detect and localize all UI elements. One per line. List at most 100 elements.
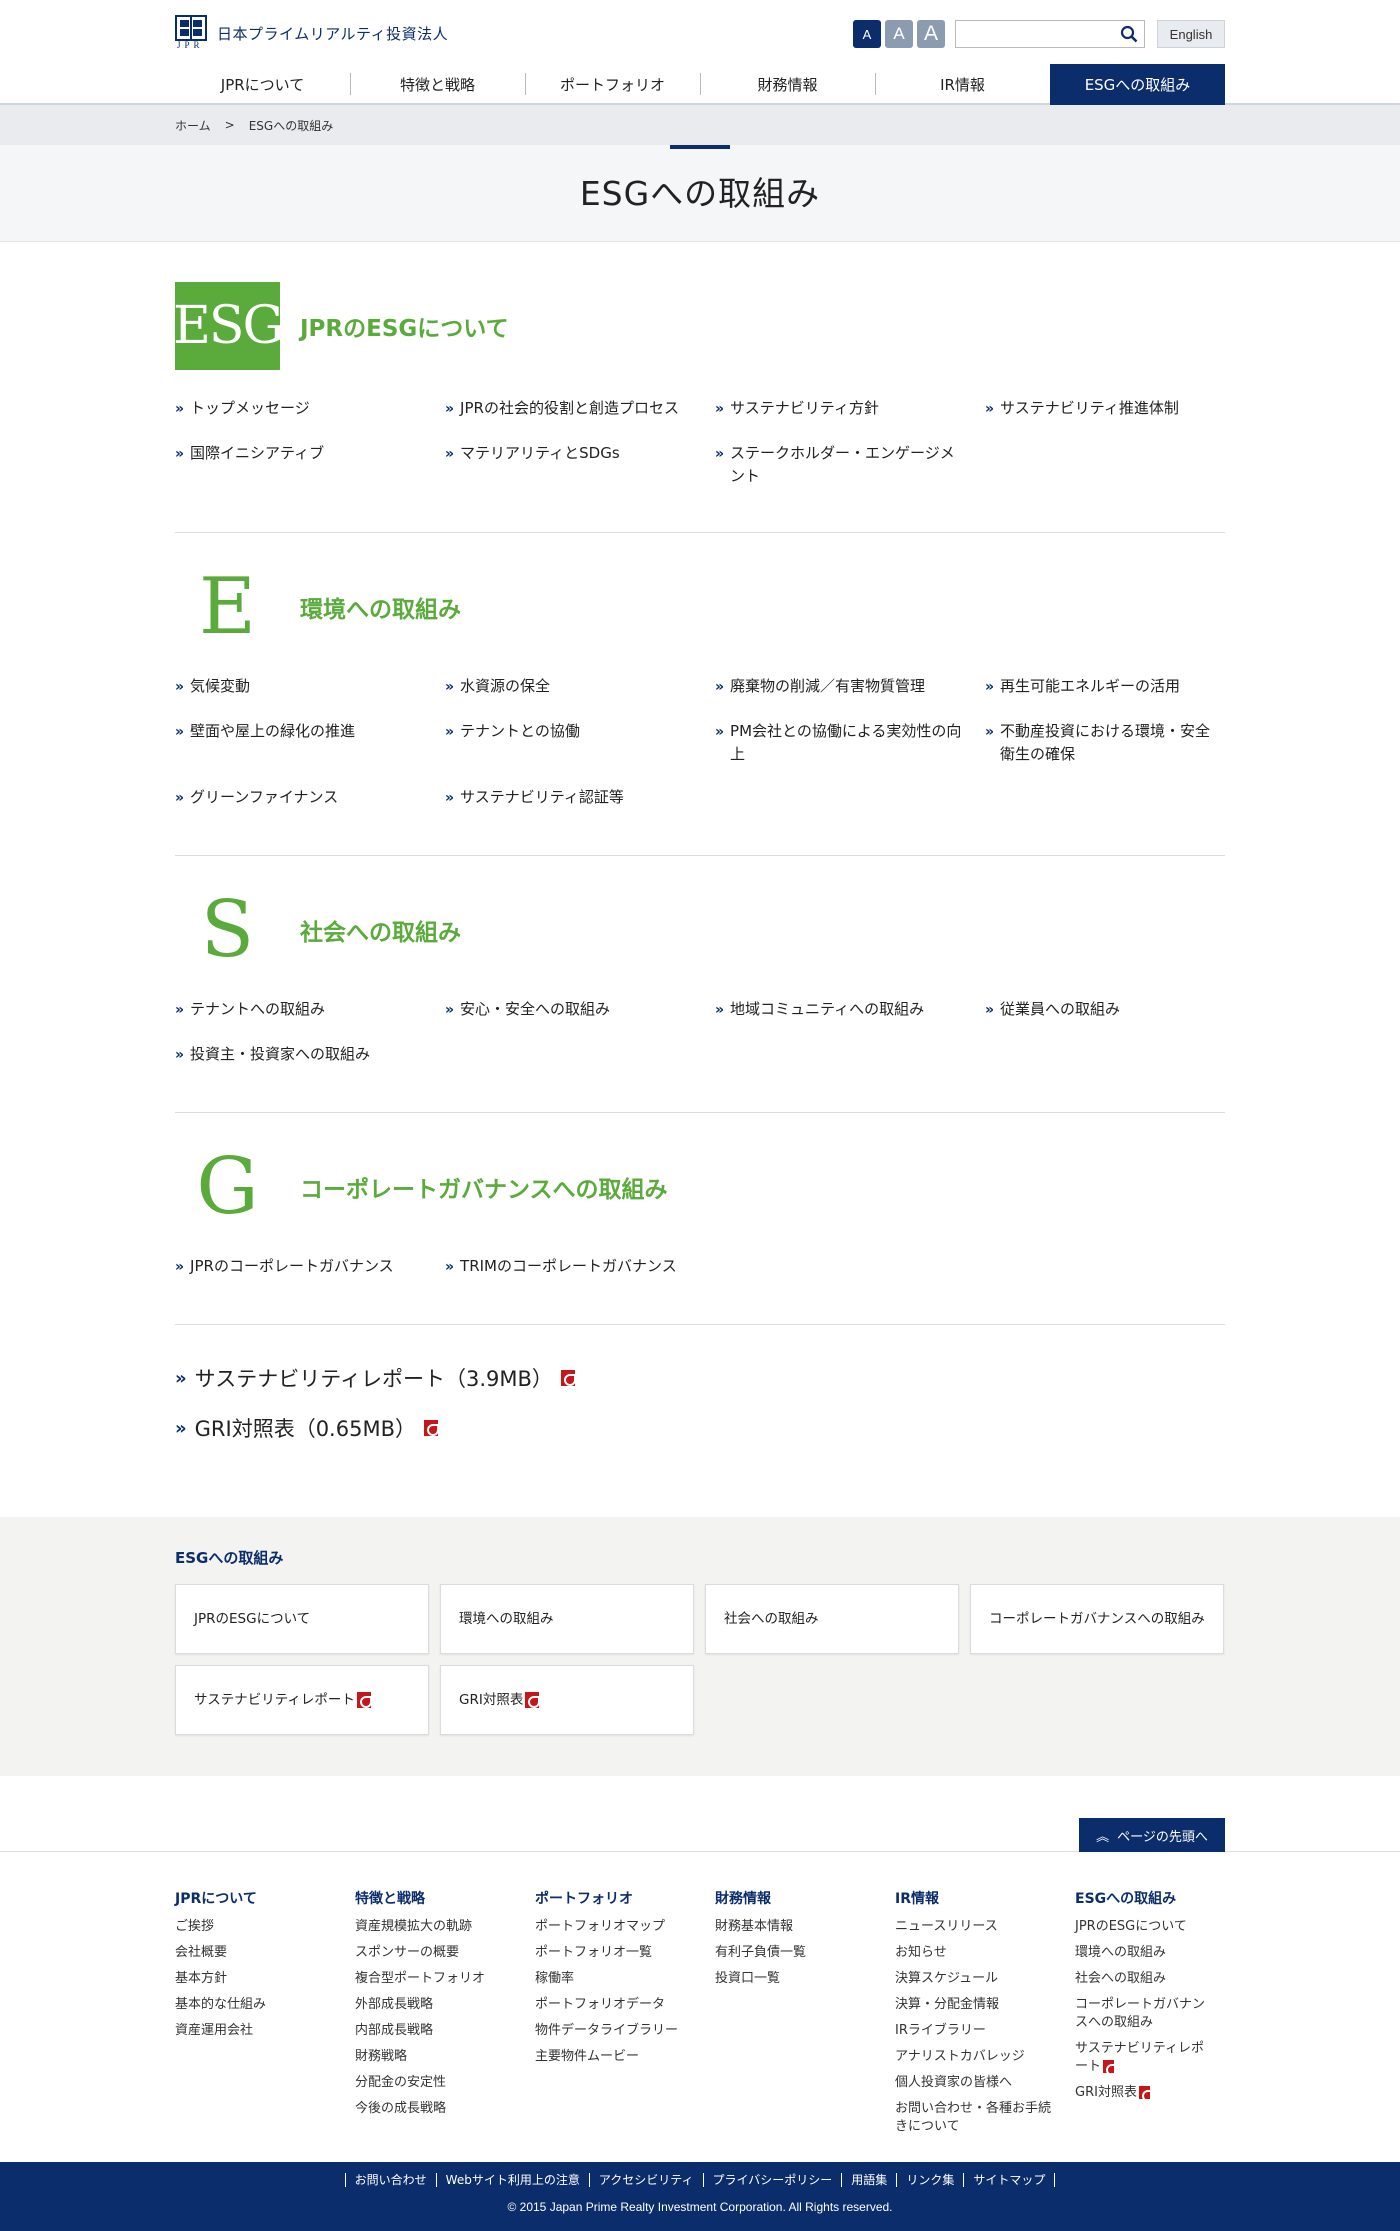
localnav-card-esg[interactable]: JPRのESGについて — [175, 1584, 429, 1654]
footer-link[interactable]: 有利子負債一覧 — [715, 1944, 895, 1962]
link-social-role[interactable]: » JPRの社会的役割と創造プロセス — [445, 397, 715, 422]
page-top-button[interactable]: ︽ ページの先頭へ — [1079, 1818, 1225, 1852]
link-green-finance[interactable]: » グリーンファイナンス — [175, 786, 445, 811]
footer-link[interactable]: 財務基本情報 — [715, 1918, 895, 1936]
footer-bottom-link[interactable]: プライバシーポリシー — [702, 2173, 842, 2187]
link-env-safety[interactable]: » 不動産投資における環境・安全衛生の確保 — [985, 720, 1225, 766]
footer-col-title[interactable]: 財務情報 — [715, 1888, 895, 1908]
gnav-item-strategy[interactable]: 特徴と戦略 — [350, 64, 525, 105]
footer-link[interactable]: 財務戦略 — [355, 2048, 535, 2066]
localnav-card-gri[interactable]: GRI対照表 — [440, 1665, 694, 1735]
link-pm-collaboration[interactable]: » PM会社との協働による実効性の向上 — [715, 720, 985, 766]
footer-col-title[interactable]: IR情報 — [895, 1888, 1075, 1908]
footer-link[interactable]: IRライブラリー — [895, 2022, 1075, 2040]
footer-link[interactable]: ポートフォリオデータ — [535, 1996, 715, 2014]
search-input[interactable] — [956, 21, 1106, 47]
link-tenants[interactable]: » テナントへの取組み — [175, 998, 445, 1023]
footer-link[interactable]: お問い合わせ・各種お手続きについて — [895, 2100, 1075, 2136]
footer-link[interactable]: 物件データライブラリー — [535, 2022, 715, 2040]
footer-link[interactable]: 分配金の安定性 — [355, 2074, 535, 2092]
font-size-medium-button[interactable]: A — [885, 20, 913, 48]
breadcrumb-home[interactable]: ホーム — [175, 117, 211, 134]
link-stakeholder-engagement[interactable]: » ステークホルダー・エンゲージメント — [715, 442, 985, 488]
footer-col-title[interactable]: ESGへの取組み — [1075, 1888, 1225, 1908]
footer-link[interactable]: スポンサーの概要 — [355, 1944, 535, 1962]
footer-link[interactable]: 投資口一覧 — [715, 1970, 895, 1988]
link-sustainability-structure[interactable]: » サステナビリティ推進体制 — [985, 397, 1225, 422]
footer-link[interactable]: GRI対照表 — [1075, 2084, 1225, 2102]
footer-bottom-link[interactable]: お問い合わせ — [344, 2173, 436, 2187]
link-climate-change[interactable]: » 気候変動 — [175, 675, 445, 700]
footer-link[interactable]: アナリストカバレッジ — [895, 2048, 1075, 2066]
footer-link[interactable]: 社会への取組み — [1075, 1970, 1225, 1988]
footer-link[interactable]: 内部成長戦略 — [355, 2022, 535, 2040]
footer-link[interactable]: ポートフォリオ一覧 — [535, 1944, 715, 1962]
link-jpr-governance[interactable]: » JPRのコーポレートガバナンス — [175, 1255, 445, 1280]
link-employees[interactable]: » 従業員への取組み — [985, 998, 1225, 1023]
link-renewable-energy[interactable]: » 再生可能エネルギーの活用 — [985, 675, 1225, 700]
localnav-card-sustainability-report[interactable]: サステナビリティレポート — [175, 1665, 429, 1735]
gnav-item-esg[interactable]: ESGへの取組み — [1050, 64, 1225, 105]
footer-col-title[interactable]: 特徴と戦略 — [355, 1888, 535, 1908]
footer-bottom-link[interactable]: 用語集 — [841, 2173, 896, 2187]
footer-link[interactable]: 個人投資家の皆様へ — [895, 2074, 1075, 2092]
gnav-item-about[interactable]: JPRについて — [175, 64, 350, 105]
footer-link[interactable]: コーポレートガバナンスへの取組み — [1075, 1996, 1225, 2032]
link-waste[interactable]: » 廃棄物の削減／有害物質管理 — [715, 675, 985, 700]
footer-link[interactable]: 資産運用会社 — [175, 2022, 355, 2040]
footer-link[interactable]: ご挨拶 — [175, 1918, 355, 1936]
s-letter-icon: S — [200, 885, 255, 975]
footer-link[interactable]: ポートフォリオマップ — [535, 1918, 715, 1936]
footer-link[interactable]: 稼働率 — [535, 1970, 715, 1988]
font-size-small-button[interactable]: A — [853, 20, 881, 48]
breadcrumb: ホーム > ESGへの取組み — [0, 105, 1400, 145]
link-water[interactable]: » 水資源の保全 — [445, 675, 715, 700]
link-trim-governance[interactable]: » TRIMのコーポレートガバナンス — [445, 1255, 715, 1280]
footer-link[interactable]: 基本的な仕組み — [175, 1996, 355, 2014]
footer-link[interactable]: お知らせ — [895, 1944, 1075, 1962]
link-community[interactable]: » 地域コミュニティへの取組み — [715, 998, 985, 1023]
site-logo[interactable]: JPR 日本プライムリアルティ投資法人 — [175, 15, 448, 53]
link-tenant-collaboration[interactable]: » テナントとの協働 — [445, 720, 715, 766]
footer-link[interactable]: 主要物件ムービー — [535, 2048, 715, 2066]
font-size-large-button[interactable]: A — [917, 20, 945, 48]
link-international-initiatives[interactable]: » 国際イニシアティブ — [175, 442, 445, 488]
link-materiality-sdgs[interactable]: » マテリアリティとSDGs — [445, 442, 715, 488]
footer-bottom-link[interactable]: Webサイト利用上の注意 — [435, 2173, 589, 2187]
footer-link[interactable]: 外部成長戦略 — [355, 1996, 535, 2014]
footer-link[interactable]: 決算・分配金情報 — [895, 1996, 1075, 2014]
gri-table-link[interactable]: » GRI対照表（0.65MB） — [175, 1413, 1225, 1443]
footer-col-title[interactable]: ポートフォリオ — [535, 1888, 715, 1908]
pdf-icon — [525, 1692, 541, 1708]
localnav-card-social[interactable]: 社会への取組み — [705, 1584, 959, 1654]
footer-link[interactable]: 今後の成長戦略 — [355, 2100, 535, 2118]
gnav-item-financial[interactable]: 財務情報 — [700, 64, 875, 105]
localnav-card-environment[interactable]: 環境への取組み — [440, 1584, 694, 1654]
footer-bottom-link[interactable]: アクセシビリティ — [588, 2173, 703, 2187]
footer-bottom-link[interactable]: リンク集 — [896, 2173, 963, 2187]
search-icon[interactable] — [1120, 25, 1138, 43]
footer-link[interactable]: 複合型ポートフォリオ — [355, 1970, 535, 1988]
sustainability-report-link[interactable]: » サステナビリティレポート（3.9MB） — [175, 1363, 1225, 1393]
footer-col-title[interactable]: JPRについて — [175, 1888, 355, 1908]
footer-link[interactable]: 決算スケジュール — [895, 1970, 1075, 1988]
footer-bottom-link[interactable]: サイトマップ — [963, 2173, 1056, 2187]
link-safety[interactable]: » 安心・安全への取組み — [445, 998, 715, 1023]
footer-link[interactable]: サステナビリティレポート — [1075, 2040, 1225, 2076]
chevron-right-icon: » — [175, 401, 184, 417]
footer-link[interactable]: ニュースリリース — [895, 1918, 1075, 1936]
localnav-card-governance[interactable]: コーポレートガバナンスへの取組み — [970, 1584, 1224, 1654]
footer-link[interactable]: 会社概要 — [175, 1944, 355, 1962]
gnav-item-portfolio[interactable]: ポートフォリオ — [525, 64, 700, 105]
footer-link[interactable]: 環境への取組み — [1075, 1944, 1225, 1962]
link-greening[interactable]: » 壁面や屋上の緑化の推進 — [175, 720, 445, 766]
gnav-item-ir[interactable]: IR情報 — [875, 64, 1050, 105]
footer-link[interactable]: 資産規模拡大の軌跡 — [355, 1918, 535, 1936]
footer-link[interactable]: 基本方針 — [175, 1970, 355, 1988]
link-sustainability-policy[interactable]: » サステナビリティ方針 — [715, 397, 985, 422]
link-certifications[interactable]: » サステナビリティ認証等 — [445, 786, 715, 811]
footer-link[interactable]: JPRのESGについて — [1075, 1918, 1225, 1936]
link-investors[interactable]: » 投資主・投資家への取組み — [175, 1043, 445, 1068]
link-top-message[interactable]: » トップメッセージ — [175, 397, 445, 422]
english-button[interactable]: English — [1157, 20, 1225, 48]
